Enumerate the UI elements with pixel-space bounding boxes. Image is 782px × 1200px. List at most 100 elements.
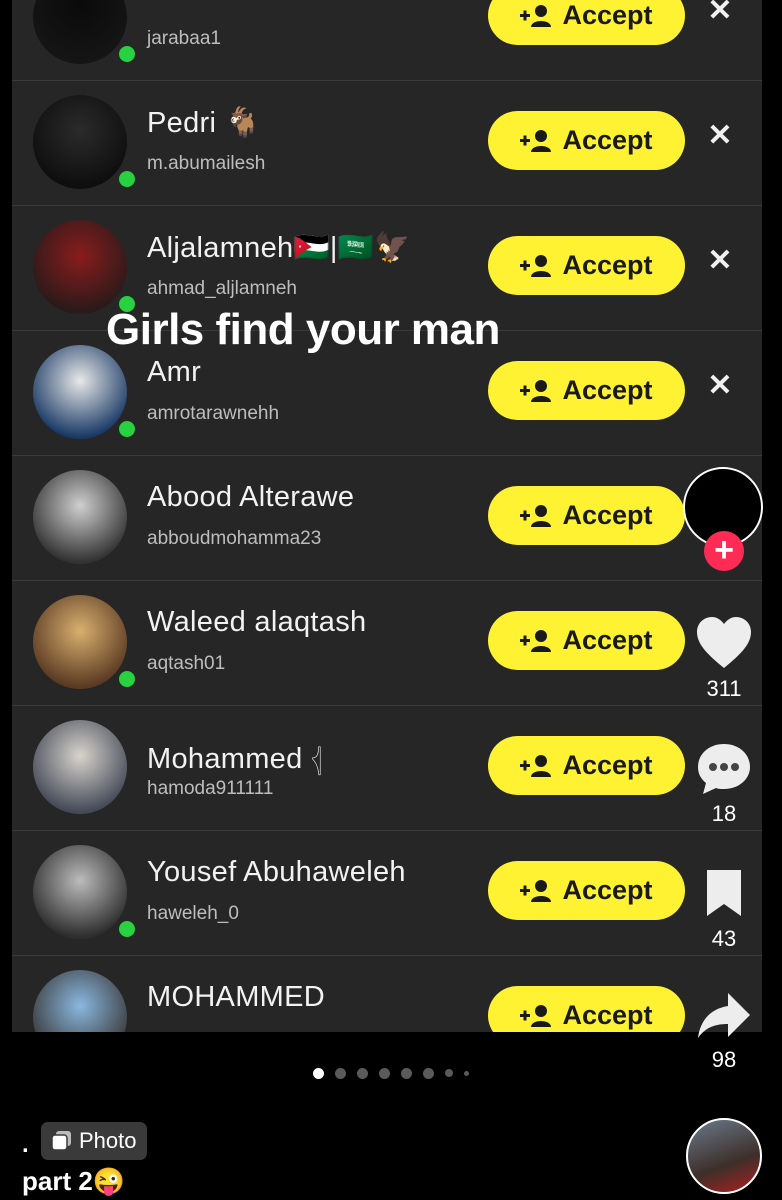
accept-button[interactable]: Accept <box>488 486 685 545</box>
accept-label: Accept <box>562 500 653 530</box>
creator-avatar-follow[interactable]: + <box>683 467 767 572</box>
display-name: Waleed alaqtash <box>147 606 367 638</box>
username: abboudmohamma23 <box>147 528 322 549</box>
accept-button[interactable]: Accept <box>488 236 685 295</box>
friend-request-row: Pedri 🐐 m.abumailesh Accept ✕ <box>12 80 762 206</box>
accept-button[interactable]: Accept <box>488 611 685 670</box>
username: haweleh_0 <box>147 903 239 924</box>
bookmark-icon <box>707 870 741 916</box>
close-icon: ✕ <box>707 244 733 277</box>
dismiss-button[interactable]: ✕ <box>706 0 734 27</box>
photo-icon <box>51 1131 71 1151</box>
caption-bullet: . <box>22 1131 29 1158</box>
avatar[interactable] <box>33 0 127 64</box>
carousel-dot <box>423 1067 434 1079</box>
comment-icon <box>698 744 750 794</box>
like-count: 311 <box>706 676 742 701</box>
friend-request-row: Mohammed 𓂆 hamoda911111 Accept <box>12 705 762 831</box>
carousel-dot <box>464 1070 469 1076</box>
photo-tag[interactable]: Photo <box>41 1122 147 1160</box>
dismiss-button[interactable]: ✕ <box>706 369 734 402</box>
carousel-dot <box>445 1069 453 1077</box>
avatar[interactable] <box>33 845 127 939</box>
heart-icon <box>697 617 751 668</box>
photo-tag-label: Photo <box>79 1128 137 1153</box>
carousel-dot <box>313 1067 324 1079</box>
friend-request-row: jarabaa1 Accept ✕ <box>12 0 762 81</box>
close-icon: ✕ <box>707 119 733 152</box>
comment-count: 18 <box>711 801 737 826</box>
save-count: 43 <box>711 926 737 951</box>
online-status-dot <box>116 418 138 440</box>
dismiss-button[interactable]: ✕ <box>706 119 734 152</box>
accept-button[interactable]: Accept <box>488 111 685 170</box>
display-name: Aljalamneh🇯🇴|🇸🇦🦅 <box>147 232 411 264</box>
close-icon: ✕ <box>707 369 733 402</box>
avatar[interactable] <box>33 95 127 189</box>
accept-button[interactable]: Accept <box>488 986 685 1032</box>
accept-label: Accept <box>562 0 653 30</box>
add-friend-icon <box>520 379 552 403</box>
online-status-dot <box>116 43 138 65</box>
accept-label: Accept <box>562 750 653 780</box>
add-friend-icon <box>520 129 552 153</box>
display-name: Yousef Abuhaweleh <box>147 856 406 888</box>
online-status-dot <box>116 168 138 190</box>
accept-label: Accept <box>562 250 653 280</box>
username: hamoda911111 <box>147 778 274 799</box>
share-button[interactable]: 98 <box>689 991 759 1073</box>
share-icon <box>698 993 750 1038</box>
avatar[interactable] <box>33 595 127 689</box>
add-friend-icon <box>520 254 552 278</box>
accept-label: Accept <box>562 375 653 405</box>
username: jarabaa1 <box>147 28 221 49</box>
display-name: Abood Alterawe <box>147 481 355 513</box>
online-status-dot <box>116 918 138 940</box>
friend-request-row: MOHAMMED Accept <box>12 955 762 1032</box>
display-name: Amr <box>147 356 202 388</box>
avatar[interactable] <box>33 220 127 314</box>
username: amrotarawnehh <box>147 403 280 424</box>
carousel-dot <box>335 1067 346 1079</box>
post-caption: part 2😜 <box>22 1166 126 1196</box>
accept-label: Accept <box>562 875 653 905</box>
carousel-dot <box>401 1067 412 1079</box>
add-friend-icon <box>520 629 552 653</box>
carousel-dot <box>379 1067 390 1079</box>
comment-button[interactable]: 18 <box>689 741 759 827</box>
accept-button[interactable]: Accept <box>488 736 685 795</box>
add-friend-icon <box>520 504 552 528</box>
avatar[interactable] <box>33 970 127 1032</box>
follow-button[interactable]: + <box>704 531 744 571</box>
display-name: Pedri 🐐 <box>147 107 261 139</box>
accept-button[interactable]: Accept <box>488 361 685 420</box>
friend-request-row: Yousef Abuhaweleh haweleh_0 Accept <box>12 830 762 956</box>
avatar[interactable] <box>33 470 127 564</box>
add-friend-icon <box>520 4 552 28</box>
accept-button[interactable]: Accept <box>488 861 685 920</box>
accept-label: Accept <box>562 625 653 655</box>
username: m.abumailesh <box>147 153 266 174</box>
accept-label: Accept <box>562 1000 653 1030</box>
avatar[interactable] <box>33 345 127 439</box>
online-status-dot <box>116 668 138 690</box>
accept-button[interactable]: Accept <box>488 0 685 45</box>
save-button[interactable]: 43 <box>689 868 759 952</box>
display-name: Mohammed 𓂆 <box>147 743 323 775</box>
username: ahmad_aljlamneh <box>147 278 297 299</box>
carousel-indicator <box>0 1066 782 1080</box>
carousel-dot <box>357 1067 368 1079</box>
accept-label: Accept <box>562 125 653 155</box>
add-friend-icon <box>520 754 552 778</box>
friend-request-row: Abood Alterawe abboudmohamma23 Accept <box>12 455 762 581</box>
overlay-caption: Girls find your man <box>106 305 500 354</box>
username: aqtash01 <box>147 653 226 674</box>
display-name: MOHAMMED <box>147 981 325 1013</box>
dismiss-button[interactable]: ✕ <box>706 244 734 277</box>
author-avatar[interactable] <box>686 1118 762 1194</box>
photo-content: jarabaa1 Accept ✕ Pedri 🐐 m.abumailesh Accept… <box>0 0 782 1032</box>
like-button[interactable]: 311 <box>689 616 759 702</box>
close-icon: ✕ <box>707 0 733 27</box>
add-friend-icon <box>520 879 552 903</box>
avatar[interactable] <box>33 720 127 814</box>
